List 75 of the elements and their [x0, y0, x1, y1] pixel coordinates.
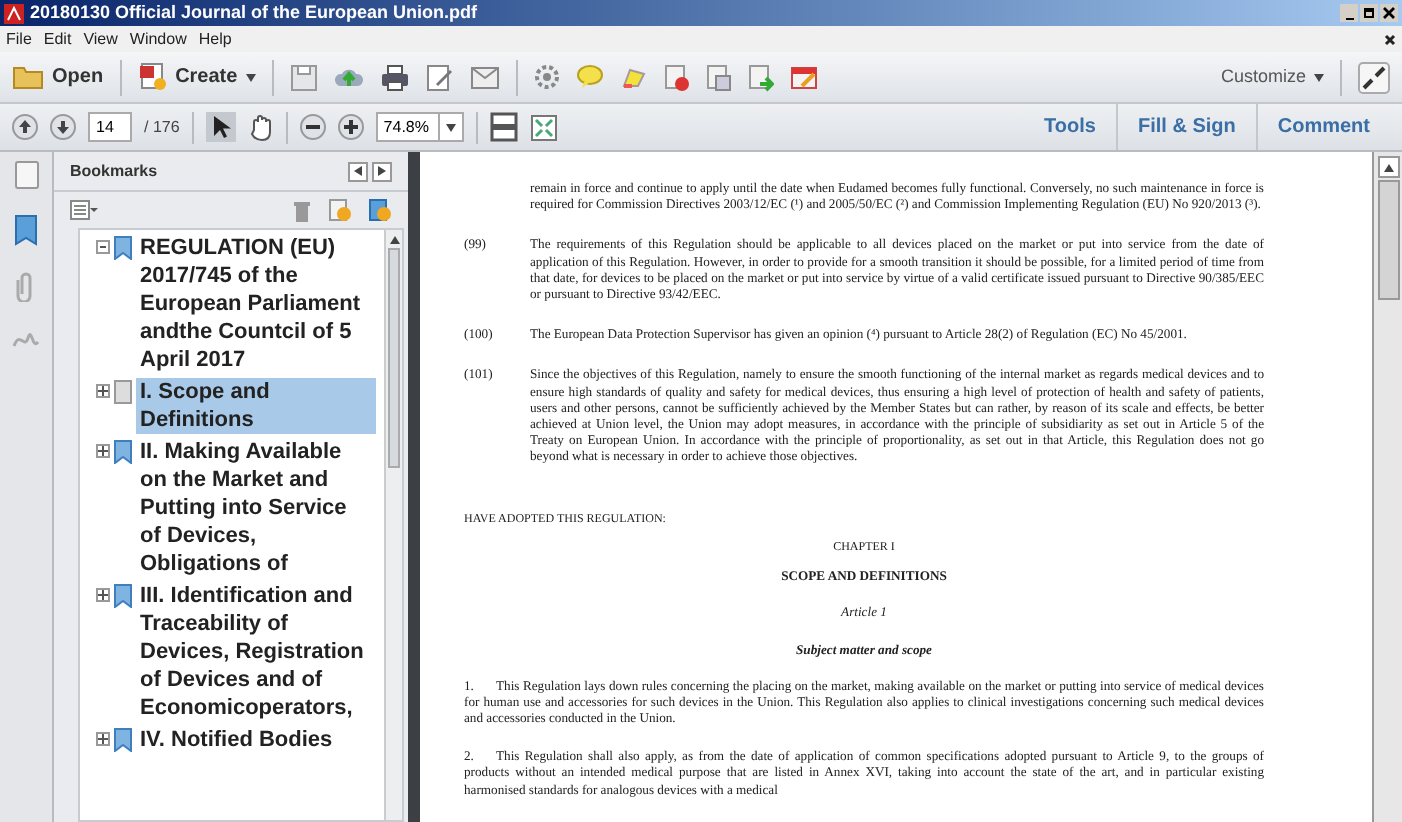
caret-icon	[445, 123, 456, 131]
save-icon[interactable]	[289, 63, 318, 91]
expand-icon[interactable]	[1358, 61, 1390, 93]
bookmark-item[interactable]: III. Identification and Traceability of Devices, Registration of Devices and of Economicoperators,	[136, 582, 376, 722]
caret-icon	[1314, 73, 1324, 81]
hand-tool-icon[interactable]	[247, 113, 274, 141]
minimize-button[interactable]	[1340, 4, 1358, 22]
document-icon[interactable]	[705, 63, 732, 91]
new-bookmark-icon[interactable]	[328, 198, 352, 222]
menu-item[interactable]: File	[6, 27, 32, 51]
bookmark-icon[interactable]	[12, 214, 40, 246]
panel-link[interactable]: Tools	[1024, 104, 1116, 150]
open-button[interactable]: Open	[12, 62, 104, 92]
panel-link[interactable]: Fill & Sign	[1115, 104, 1256, 150]
window-title: 20180130 Official Journal of the European Union.pdf	[30, 4, 478, 22]
app-icon	[4, 3, 24, 23]
paperclip-icon[interactable]	[14, 270, 38, 302]
mail-icon[interactable]	[469, 65, 500, 89]
select-tool-icon[interactable]	[205, 112, 236, 142]
bookmark-item[interactable]: I. Scope and Definitions	[136, 378, 376, 434]
fit-page-icon[interactable]	[489, 112, 518, 142]
bookmark-item[interactable]: IV. Notified Bodies	[136, 726, 376, 754]
expand-toggle[interactable]	[96, 384, 110, 398]
zoom-dropdown[interactable]: 74.8%	[375, 112, 464, 142]
zoom-in-icon[interactable]	[337, 114, 364, 140]
form-icon[interactable]	[789, 63, 818, 91]
list-options-icon[interactable]	[70, 200, 98, 220]
bookmark-icon	[114, 728, 132, 752]
close-button[interactable]	[1380, 4, 1398, 22]
page-thumbnails-icon[interactable]	[13, 160, 39, 190]
bookmark-properties-icon[interactable]	[368, 198, 392, 222]
expand-toggle[interactable]	[96, 732, 110, 746]
close-document-icon[interactable]	[1384, 33, 1396, 45]
caret-right-icon	[378, 166, 386, 176]
full-screen-icon[interactable]	[529, 113, 558, 141]
page-count: / 176	[144, 115, 180, 139]
collapse-toggle[interactable]	[96, 240, 110, 254]
previous-page-icon[interactable]	[12, 114, 38, 140]
zoom-out-icon[interactable]	[299, 114, 326, 140]
create-button[interactable]: Create	[137, 62, 256, 92]
document-delete-icon[interactable]	[663, 63, 690, 91]
highlighter-icon[interactable]	[619, 64, 648, 90]
customize-button[interactable]: Customize	[1220, 63, 1324, 91]
page-number-field[interactable]: 14	[88, 112, 132, 142]
menu-item[interactable]: Help	[198, 27, 232, 51]
menu-item[interactable]: View	[83, 27, 118, 51]
menu-item[interactable]: Window	[129, 27, 187, 51]
menu-item[interactable]: Edit	[43, 27, 72, 51]
bookmark-icon	[114, 236, 132, 260]
caret-left-icon	[354, 166, 362, 176]
scrollbar[interactable]	[1372, 152, 1402, 822]
print-icon[interactable]	[379, 63, 410, 91]
expand-toggle[interactable]	[96, 588, 110, 602]
collapse-panel-button[interactable]	[348, 161, 368, 181]
bookmark-icon	[114, 584, 132, 608]
panel-link[interactable]: Comment	[1255, 104, 1390, 150]
bookmark-item[interactable]: REGULATION (EU) 2017/745 of the European Parliament andthe Countcil of 5 April 2017	[136, 234, 376, 374]
scrollbar[interactable]	[384, 230, 402, 820]
bookmark-icon	[114, 440, 132, 464]
scroll-thumb[interactable]	[1377, 180, 1399, 300]
edit-document-icon[interactable]	[425, 63, 454, 91]
next-page-icon[interactable]	[50, 114, 76, 140]
maximize-button[interactable]	[1360, 4, 1378, 22]
expand-toggle[interactable]	[96, 444, 110, 458]
create-pdf-icon	[137, 62, 168, 92]
gear-icon[interactable]	[533, 64, 560, 90]
bookmark-icon	[114, 380, 132, 404]
scroll-thumb[interactable]	[388, 248, 400, 468]
panel-title: Bookmarks	[70, 159, 158, 183]
bookmark-item[interactable]: II. Making Available on the Market and Putting into Service of Devices, Obligations of	[136, 438, 376, 578]
document-export-icon[interactable]	[747, 63, 774, 91]
folder-icon	[12, 64, 44, 90]
caret-icon	[245, 73, 256, 81]
scroll-up-arrow[interactable]	[1383, 163, 1393, 171]
options-button[interactable]	[372, 161, 392, 181]
